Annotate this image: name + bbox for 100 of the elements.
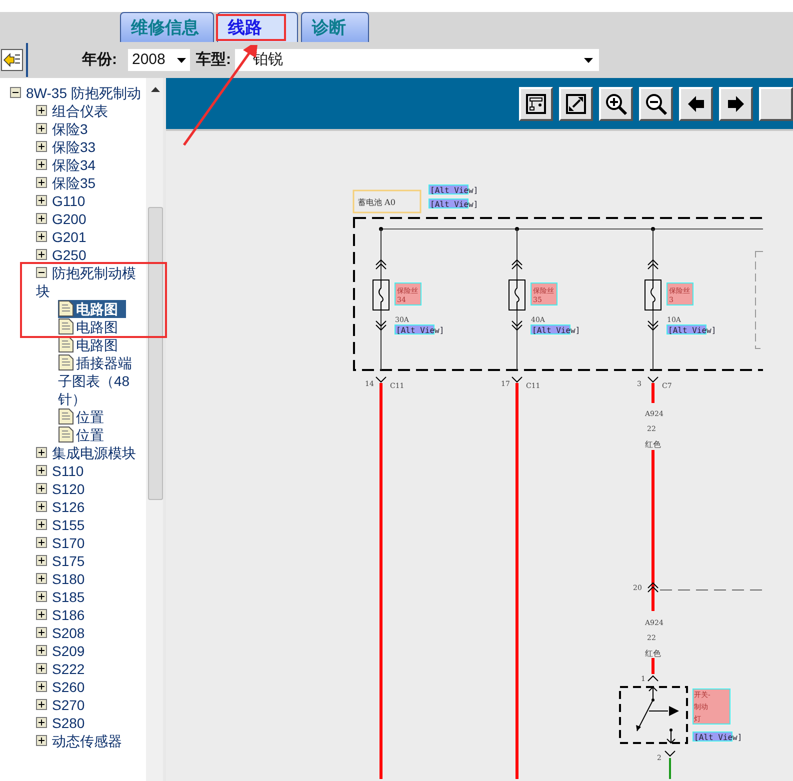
connector-chevron-icon [512, 320, 522, 331]
tree-item[interactable]: 集成电源模块 [36, 444, 136, 462]
connector-terminal-icon [512, 376, 522, 383]
expand-icon[interactable] [36, 681, 47, 692]
tree-item[interactable]: G201 [36, 228, 86, 246]
tree-item[interactable]: S126 [36, 498, 85, 516]
tree-item[interactable]: G110 [36, 192, 86, 210]
expand-icon[interactable] [36, 159, 47, 170]
tree-item[interactable]: 电路图 [58, 336, 118, 354]
tree-item[interactable]: S155 [36, 516, 85, 534]
tree-item[interactable]: G250 [36, 246, 86, 264]
connector-chevron-icon [376, 259, 386, 270]
document-icon [58, 354, 74, 371]
fuse-label-highlight [666, 282, 694, 306]
expand-icon[interactable] [36, 537, 47, 548]
scroll-up-icon [150, 87, 160, 92]
tree-item[interactable]: 电路图 [58, 300, 126, 318]
tree-item[interactable]: S208 [36, 624, 85, 642]
expand-icon[interactable] [36, 663, 47, 674]
toolbar-button[interactable] [679, 86, 713, 120]
expand-icon[interactable] [36, 699, 47, 710]
expand-icon[interactable] [36, 609, 47, 620]
expand-icon[interactable] [36, 141, 47, 152]
toolbar-button[interactable] [719, 86, 753, 120]
wire-color-name: 红色 [645, 440, 661, 449]
wire-color-name: 红色 [645, 649, 661, 658]
tree-item[interactable]: 组合仪表 [36, 102, 108, 120]
document-icon [58, 408, 74, 425]
toolbar-button[interactable] [599, 86, 633, 120]
tree-item[interactable]: 保险35 [36, 174, 96, 192]
source-label-box [352, 190, 422, 214]
tree-item[interactable]: S270 [36, 696, 85, 714]
tree-item[interactable]: S209 [36, 642, 85, 660]
toolbar-button[interactable] [559, 86, 593, 120]
tree-item[interactable]: S222 [36, 660, 85, 678]
tree-item[interactable]: S186 [36, 606, 85, 624]
tree-item[interactable]: G200 [36, 210, 86, 228]
fuse-symbol [372, 280, 390, 310]
tree-item[interactable]: S110 [36, 462, 84, 480]
source-label: 蓄电池 A0 [358, 198, 396, 207]
tree-item[interactable]: 插接器端子图表（48针） [58, 354, 142, 408]
tree-item[interactable]: 位置 [58, 426, 104, 444]
fuse-symbol [508, 280, 526, 310]
expand-icon[interactable] [36, 735, 47, 746]
wire [669, 758, 671, 779]
tree-item[interactable]: S185 [36, 588, 85, 606]
expand-icon[interactable] [36, 213, 47, 224]
document-icon [58, 426, 74, 443]
year-select[interactable]: 2008 [128, 49, 190, 71]
tree-item[interactable]: S260 [36, 678, 85, 696]
tree-item[interactable]: 动态传感器 [36, 732, 122, 750]
wire [652, 658, 654, 674]
panel-toggle-button[interactable] [1, 49, 23, 71]
expand-icon[interactable] [36, 555, 47, 566]
tree-item[interactable]: 8W-35 防抱死制动 [10, 84, 141, 102]
expand-icon[interactable] [36, 177, 47, 188]
expand-icon[interactable] [36, 591, 47, 602]
highlight-frame [216, 14, 286, 41]
fuse-symbol [644, 280, 662, 310]
expand-icon[interactable] [36, 465, 47, 476]
connector-terminal-icon [376, 376, 386, 383]
expand-icon[interactable] [36, 717, 47, 728]
toolbar-button[interactable] [639, 86, 673, 120]
tree-item[interactable]: 保险34 [36, 156, 96, 174]
tree-item[interactable]: S170 [36, 534, 85, 552]
toolbar-button[interactable] [759, 86, 793, 120]
expand-icon[interactable] [36, 627, 47, 638]
expand-icon[interactable] [36, 645, 47, 656]
expand-icon[interactable] [36, 483, 47, 494]
toolbar-button[interactable] [519, 86, 553, 120]
collapse-icon[interactable] [10, 87, 21, 98]
expand-icon[interactable] [36, 573, 47, 584]
connector-terminal-icon [648, 376, 658, 383]
tree-item[interactable]: 保险33 [36, 138, 96, 156]
expand-icon[interactable] [36, 195, 47, 206]
tree-item[interactable]: S175 [36, 552, 85, 570]
expand-icon[interactable] [36, 231, 47, 242]
tree-item[interactable]: S280 [36, 714, 85, 732]
tree-item[interactable]: S120 [36, 480, 85, 498]
scrollbar-thumb[interactable] [148, 207, 163, 500]
expand-icon[interactable] [36, 519, 47, 530]
collapse-icon[interactable] [36, 267, 47, 278]
tree-item[interactable]: 保险3 [36, 120, 88, 138]
switch-label-highlight [692, 688, 730, 724]
expand-icon[interactable] [36, 105, 47, 116]
tree-item[interactable]: 电路图 [58, 318, 118, 336]
tree-item[interactable]: 位置 [58, 408, 104, 426]
tree-item[interactable]: S180 [36, 570, 85, 588]
expand-icon [565, 92, 587, 114]
model-label: 车型: [196, 50, 232, 70]
expand-icon[interactable] [36, 249, 47, 260]
expand-icon[interactable] [36, 447, 47, 458]
fuse-label-highlight [530, 282, 558, 306]
tree-item[interactable]: 防抱死制动模块 [36, 264, 142, 300]
connector-chevron-icon [512, 259, 522, 270]
expand-icon[interactable] [36, 123, 47, 134]
fuse-link [514, 280, 520, 310]
expand-icon[interactable] [36, 501, 47, 512]
scrollbar[interactable] [146, 78, 163, 781]
connector-terminal-icon [664, 750, 676, 757]
